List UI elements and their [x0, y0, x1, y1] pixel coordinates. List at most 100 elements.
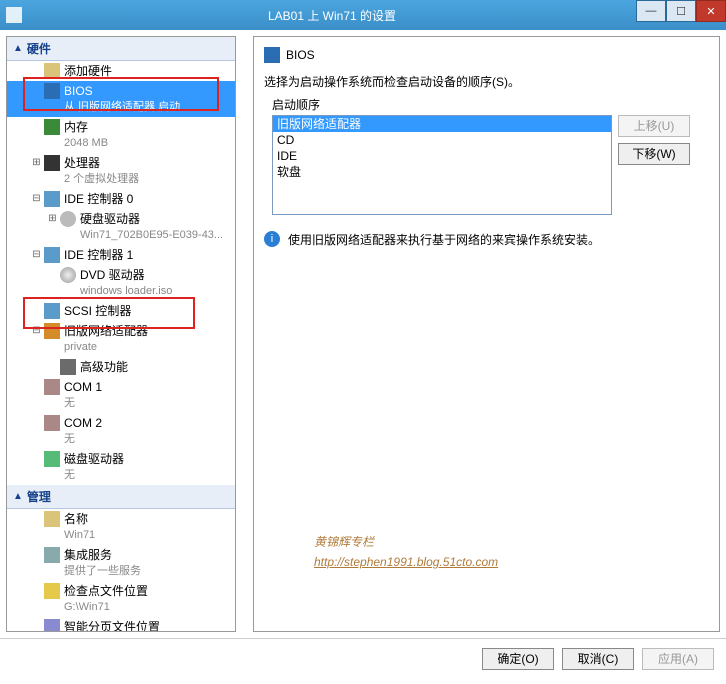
tree-label: IDE 控制器 1 [64, 247, 133, 263]
panel-title: BIOS [286, 48, 315, 62]
collapse-icon: ▲ [13, 491, 23, 502]
tree-label: SCSI 控制器 [64, 303, 131, 319]
services-icon [44, 547, 60, 563]
reorder-buttons: 上移(U) 下移(W) [618, 115, 690, 165]
tree-label: 内存 [64, 119, 108, 135]
right-panel: BIOS 选择为启动操作系统而检查启动设备的顺序(S)。 启动顺序 旧版网络适配… [253, 36, 720, 632]
expand-icon[interactable]: ⊞ [29, 155, 44, 171]
tree-item-legacy-nic[interactable]: ⊟ 旧版网络适配器 private [7, 321, 235, 357]
nic-icon [44, 323, 60, 339]
tree-item-hdd[interactable]: ⊞ 硬盘驱动器 Win71_702B0E95-E039-43... [7, 209, 235, 245]
apply-button[interactable]: 应用(A) [642, 648, 714, 670]
dvd-icon [60, 267, 76, 283]
collapse-icon[interactable]: ⊟ [29, 323, 44, 339]
tree-item-checkpoint-location[interactable]: 检查点文件位置 G:\Win71 [7, 581, 235, 617]
maximize-button[interactable]: ☐ [666, 0, 696, 22]
tree-label: IDE 控制器 0 [64, 191, 133, 207]
expand-icon[interactable]: ⊞ [45, 211, 60, 227]
dialog-footer: 确定(O) 取消(C) 应用(A) [0, 638, 726, 678]
window-icon [6, 7, 22, 23]
cancel-button[interactable]: 取消(C) [562, 648, 634, 670]
tree-sublabel: 从 旧版网络适配器 启动 [64, 99, 180, 115]
tree-label: 添加硬件 [64, 63, 112, 79]
management-section-header[interactable]: ▲ 管理 [7, 485, 235, 509]
move-down-button[interactable]: 下移(W) [618, 143, 690, 165]
tree-label: 集成服务 [64, 547, 141, 563]
hardware-section-header[interactable]: ▲ 硬件 [7, 37, 235, 61]
tree-sublabel: private [64, 339, 148, 355]
section-label: 硬件 [27, 40, 51, 57]
tree-sublabel: 2 个虚拟处理器 [64, 171, 139, 187]
panel-title-row: BIOS [264, 47, 709, 63]
settings-tree[interactable]: ▲ 硬件 添加硬件 BIOS 从 旧版网络适配器 启动 内存 2048 MB [7, 37, 235, 631]
info-row: i 使用旧版网络适配器来执行基于网络的来宾操作系统安装。 [264, 231, 709, 248]
tree-label: 名称 [64, 511, 95, 527]
section-label: 管理 [27, 488, 51, 505]
floppy-icon [44, 451, 60, 467]
tree-item-com2[interactable]: COM 2 无 [7, 413, 235, 449]
boot-item[interactable]: 软盘 [273, 164, 611, 180]
tree-item-com1[interactable]: COM 1 无 [7, 377, 235, 413]
boot-item[interactable]: IDE [273, 148, 611, 164]
boot-item[interactable]: 旧版网络适配器 [273, 116, 611, 132]
tree-item-name[interactable]: 名称 Win71 [7, 509, 235, 545]
tree-item-cpu[interactable]: ⊞ 处理器 2 个虚拟处理器 [7, 153, 235, 189]
tree-label: 旧版网络适配器 [64, 323, 148, 339]
tree-sublabel: 无 [64, 431, 102, 447]
ide-icon [44, 247, 60, 263]
minimize-button[interactable]: — [636, 0, 666, 22]
name-icon [44, 511, 60, 527]
com-icon [44, 379, 60, 395]
tree-sublabel: 无 [64, 467, 124, 483]
paging-icon [44, 619, 60, 631]
window-title: LAB01 上 Win71 的设置 [28, 7, 636, 24]
tree-sublabel: 提供了一些服务 [64, 563, 141, 579]
tree-label: DVD 驱动器 [80, 267, 172, 283]
tree-item-integration-services[interactable]: 集成服务 提供了一些服务 [7, 545, 235, 581]
checkpoint-icon [44, 583, 60, 599]
tree-item-bios[interactable]: BIOS 从 旧版网络适配器 启动 [7, 81, 235, 117]
boot-order-group: 启动顺序 旧版网络适配器 CD IDE 软盘 上移(U) 下移(W) [272, 96, 709, 215]
close-button[interactable]: ✕ [696, 0, 726, 22]
collapse-icon[interactable]: ⊟ [29, 247, 44, 263]
watermark: 黄锦辉专栏 http://stephen1991.blog.51cto.com [314, 533, 498, 571]
tree-label: 高级功能 [80, 359, 128, 375]
tree-item-fdd[interactable]: 磁盘驱动器 无 [7, 449, 235, 485]
info-icon: i [264, 231, 280, 247]
tree-item-smart-paging[interactable]: 智能分页文件位置 G:\Win71 [7, 617, 235, 631]
advanced-icon [60, 359, 76, 375]
ok-button[interactable]: 确定(O) [482, 648, 554, 670]
left-panel: ▲ 硬件 添加硬件 BIOS 从 旧版网络适配器 启动 内存 2048 MB [6, 36, 236, 632]
bios-icon [44, 83, 60, 99]
tree-sublabel: windows loader.iso [80, 283, 172, 299]
boot-item[interactable]: CD [273, 132, 611, 148]
tree-label: 硬盘驱动器 [80, 211, 223, 227]
bios-icon [264, 47, 280, 63]
memory-icon [44, 119, 60, 135]
ide-icon [44, 191, 60, 207]
tree-item-advanced[interactable]: 高级功能 [7, 357, 235, 377]
tree-item-memory[interactable]: 内存 2048 MB [7, 117, 235, 153]
com-icon [44, 415, 60, 431]
watermark-line1: 黄锦辉专栏 [314, 533, 498, 550]
title-bar: LAB01 上 Win71 的设置 — ☐ ✕ [0, 0, 726, 30]
tree-item-ide0[interactable]: ⊟ IDE 控制器 0 [7, 189, 235, 209]
boot-order-listbox[interactable]: 旧版网络适配器 CD IDE 软盘 [272, 115, 612, 215]
tree-sublabel: 无 [64, 395, 102, 411]
tree-label: 检查点文件位置 [64, 583, 148, 599]
tree-item-ide1[interactable]: ⊟ IDE 控制器 1 [7, 245, 235, 265]
tree-sublabel: 2048 MB [64, 135, 108, 151]
tree-sublabel: Win71 [64, 527, 95, 543]
move-up-button[interactable]: 上移(U) [618, 115, 690, 137]
collapse-icon: ▲ [13, 43, 23, 54]
tree-sublabel: Win71_702B0E95-E039-43... [80, 227, 223, 243]
tree-label: COM 1 [64, 379, 102, 395]
splitter[interactable] [242, 36, 247, 632]
tree-item-scsi[interactable]: SCSI 控制器 [7, 301, 235, 321]
tree-item-add-hardware[interactable]: 添加硬件 [7, 61, 235, 81]
info-text: 使用旧版网络适配器来执行基于网络的来宾操作系统安装。 [288, 231, 600, 248]
collapse-icon[interactable]: ⊟ [29, 191, 44, 207]
panel-description: 选择为启动操作系统而检查启动设备的顺序(S)。 [264, 73, 709, 90]
tree-item-dvd[interactable]: DVD 驱动器 windows loader.iso [7, 265, 235, 301]
hdd-icon [60, 211, 76, 227]
